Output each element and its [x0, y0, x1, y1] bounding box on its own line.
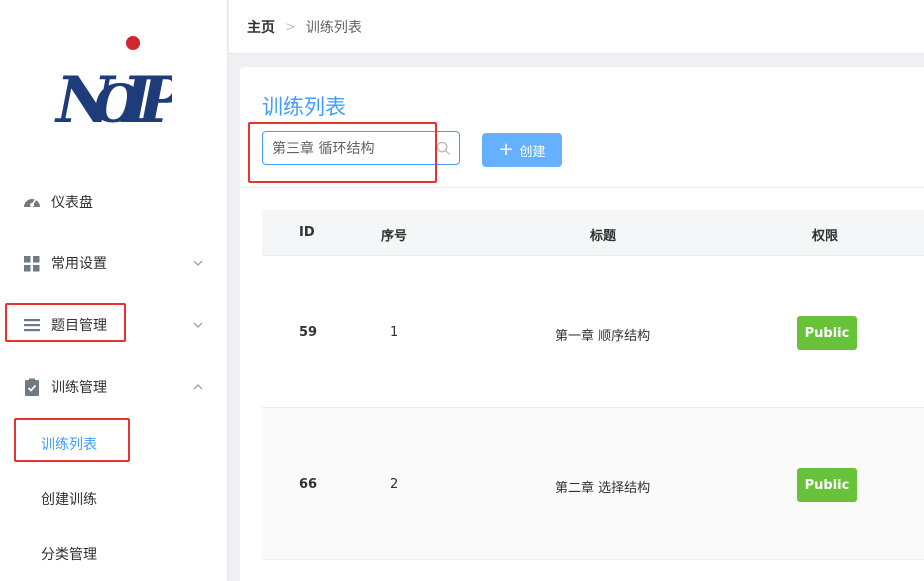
cell-order: 2 — [390, 477, 399, 492]
sidebar-subitem-label: 分类管理 — [41, 547, 97, 563]
column-header-id[interactable]: ID — [299, 225, 315, 240]
sidebar: N O I P 仪表盘 常用设置 题目管理 — [0, 0, 228, 581]
chevron-up-icon — [193, 384, 203, 390]
breadcrumb: 主页 > 训练列表 — [247, 17, 362, 37]
sidebar-item-problems[interactable]: 题目管理 — [0, 303, 228, 347]
clipboard-check-icon — [25, 378, 39, 396]
table-row[interactable]: 59 1 第一章 顺序结构 Public — [262, 256, 924, 408]
table-header: ID 序号 标题 权限 — [262, 210, 924, 256]
chevron-down-icon — [193, 260, 203, 266]
sidebar-item-label: 常用设置 — [51, 256, 107, 272]
chevron-down-icon — [193, 322, 203, 328]
menu-lines-icon — [24, 319, 40, 332]
search-box[interactable] — [262, 131, 460, 165]
divider — [240, 187, 924, 188]
sidebar-subitem-label: 创建训练 — [41, 492, 97, 508]
search-input[interactable] — [263, 132, 433, 164]
plus-icon: + — [498, 139, 514, 160]
sidebar-subitem-category-manage[interactable]: 分类管理 — [0, 534, 228, 574]
column-header-title[interactable]: 标题 — [590, 225, 616, 244]
search-icon[interactable] — [436, 141, 451, 156]
svg-text:P: P — [136, 63, 172, 130]
noip-logo: N O I P — [54, 36, 172, 130]
table-row[interactable]: 66 2 第二章 选择结构 Public — [262, 408, 924, 560]
cell-id: 66 — [299, 477, 318, 492]
cell-title[interactable]: 第一章 顺序结构 — [555, 325, 650, 344]
sidebar-item-label: 题目管理 — [51, 318, 107, 334]
sidebar-item-dashboard[interactable]: 仪表盘 — [0, 180, 228, 224]
breadcrumb-home[interactable]: 主页 — [247, 17, 275, 37]
column-header-permission[interactable]: 权限 — [812, 225, 838, 244]
grid-icon — [24, 256, 40, 272]
breadcrumb-separator: > — [285, 19, 296, 35]
permission-badge: Public — [797, 468, 857, 502]
sidebar-subitem-training-list[interactable]: 训练列表 — [0, 424, 228, 464]
cell-order: 1 — [390, 325, 399, 340]
training-table: ID 序号 标题 权限 59 1 第一章 顺序结构 Public 66 2 第二… — [262, 210, 924, 560]
column-header-order[interactable]: 序号 — [381, 225, 407, 244]
cell-id: 59 — [299, 325, 318, 340]
create-button[interactable]: + 创建 — [482, 133, 562, 167]
top-bar: 主页 > 训练列表 — [229, 0, 924, 54]
permission-badge: Public — [797, 316, 857, 350]
breadcrumb-current: 训练列表 — [305, 20, 362, 36]
sidebar-subitem-create-training[interactable]: 创建训练 — [0, 479, 228, 519]
create-button-label: 创建 — [519, 144, 546, 160]
sidebar-item-label: 训练管理 — [51, 380, 107, 396]
dashboard-icon — [24, 198, 40, 207]
sidebar-item-settings[interactable]: 常用设置 — [0, 241, 228, 285]
sidebar-item-label: 仪表盘 — [51, 195, 93, 211]
cell-title[interactable]: 第二章 选择结构 — [555, 477, 650, 496]
page-title: 训练列表 — [262, 95, 346, 119]
main-card: 训练列表 + 创建 ID 序号 标题 权限 59 1 第一章 顺序结构 Publ… — [240, 67, 924, 581]
sidebar-subitem-label: 训练列表 — [41, 437, 97, 453]
sidebar-item-training[interactable]: 训练管理 — [0, 365, 228, 409]
